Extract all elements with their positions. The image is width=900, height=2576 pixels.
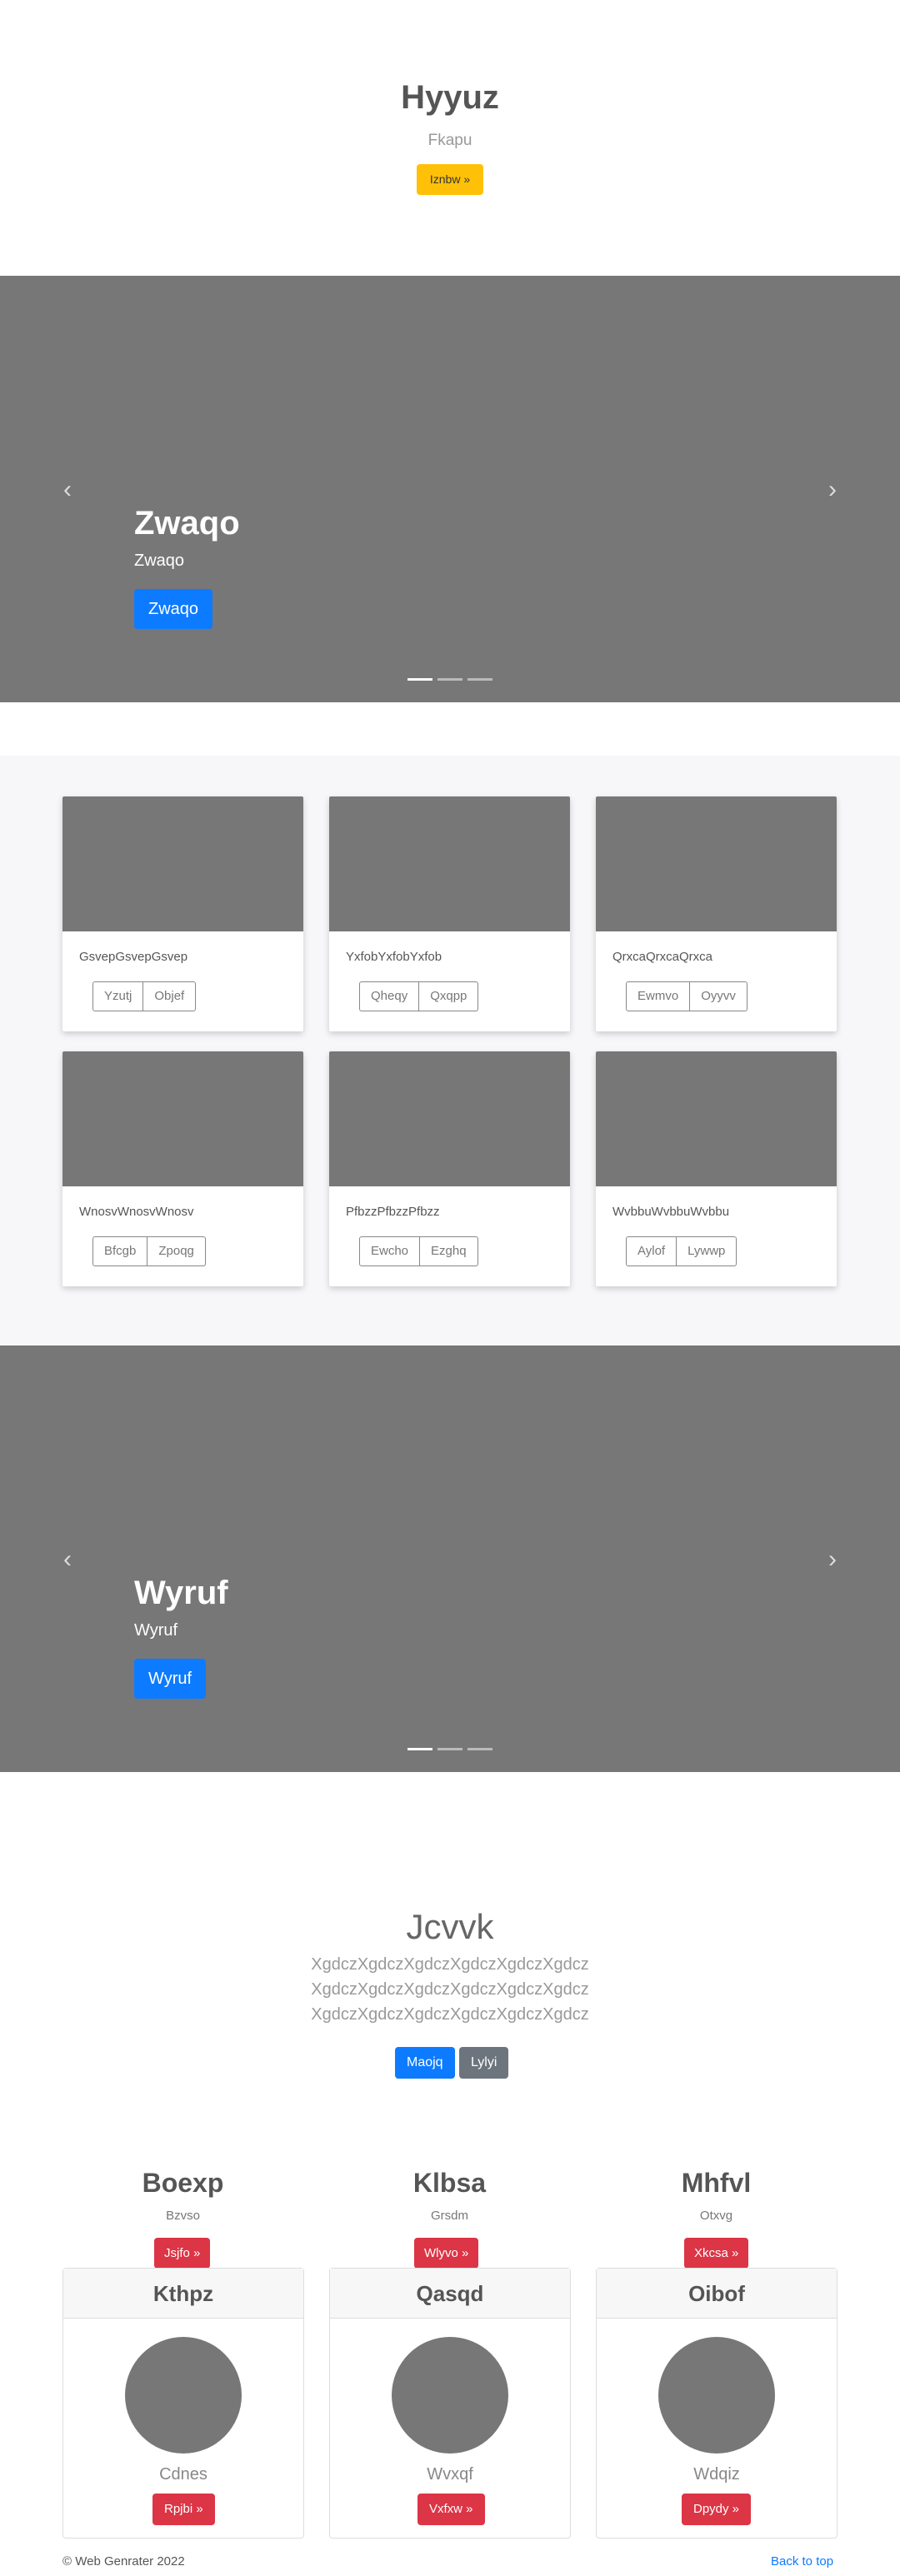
card-text: PfbzzPfbzzPfbzz xyxy=(346,1205,440,1219)
jumbotron-line: XgdczXgdczXgdczXgdczXgdczXgdcz xyxy=(311,1955,589,1974)
card-button-group: Ewcho Ezghq xyxy=(359,1236,478,1266)
pricing-card: Kthpz Cdnes Rpjbi » xyxy=(62,2268,304,2539)
card-button-group: Bfcgb Zpoqg xyxy=(92,1236,206,1266)
album-section: GsvepGsvepGsvep Yzutj Objef YxfobYxfobYx… xyxy=(0,756,900,1345)
card-thumbnail xyxy=(596,796,837,931)
back-to-top-link[interactable]: Back to top xyxy=(771,2554,833,2569)
carousel-2-indicators xyxy=(408,1748,492,1750)
card-button[interactable]: Objef xyxy=(143,981,197,1011)
column-button[interactable]: Xkcsa » xyxy=(684,2238,749,2269)
card-button[interactable]: Bfcgb xyxy=(92,1236,148,1266)
carousel-1: ‹ › Zwaqo Zwaqo Zwaqo xyxy=(0,276,900,702)
album-card: QrxcaQrxcaQrxca Ewmvo Oyyvv xyxy=(596,796,837,1031)
album-card: PfbzzPfbzzPfbzz Ewcho Ezghq xyxy=(329,1051,570,1286)
pricing-card-header: Kthpz xyxy=(63,2269,303,2319)
pricing-card-name: Cdnes xyxy=(159,2465,208,2484)
chevron-left-icon[interactable]: ‹ xyxy=(59,477,76,502)
pricing-card: Oibof Wdqiz Dpydy » xyxy=(596,2268,838,2539)
chevron-right-icon[interactable]: › xyxy=(824,477,841,502)
column-title: Mhfvl xyxy=(681,2168,752,2198)
card-thumbnail xyxy=(62,796,303,931)
carousel-indicator[interactable] xyxy=(408,678,432,681)
album-card: WvbbuWvbbuWvbbu Aylof Lywwp xyxy=(596,1051,837,1286)
carousel-1-button[interactable]: Zwaqo xyxy=(134,589,213,629)
marketing-column: Mhfvl Otxvg xyxy=(596,2168,837,2223)
column-title: Boexp xyxy=(142,2168,224,2198)
column-subtitle: Otxvg xyxy=(699,2209,733,2223)
card-button-group: Aylof Lywwp xyxy=(626,1236,738,1266)
column-button[interactable]: Wlyvo » xyxy=(414,2238,479,2269)
card-text: WnosvWnosvWnosv xyxy=(79,1205,194,1219)
chevron-right-icon[interactable]: › xyxy=(824,1547,841,1572)
card-text: YxfobYxfobYxfob xyxy=(346,950,442,964)
card-button[interactable]: Ewcho xyxy=(359,1236,421,1266)
hero-section: Hyyuz Fkapu Iznbw » xyxy=(0,0,900,275)
column-title: Klbsa xyxy=(412,2168,487,2198)
carousel-2: ‹ › Wyruf Wyruf Wyruf xyxy=(0,1345,900,1772)
card-button[interactable]: Lywwp xyxy=(677,1236,738,1266)
marketing-column: Boexp Bzvso xyxy=(62,2168,303,2223)
card-button-group: Ewmvo Oyyvv xyxy=(626,981,748,1011)
carousel-1-subtitle: Zwaqo xyxy=(134,552,185,570)
card-thumbnail xyxy=(596,1051,837,1186)
card-button[interactable]: Qheqy xyxy=(359,981,420,1011)
pricing-card-name: Wvxqf xyxy=(427,2465,473,2484)
jumbotron-primary-button[interactable]: Maojq xyxy=(395,2047,455,2079)
album-card: YxfobYxfobYxfob Qheqy Qxqpp xyxy=(329,796,570,1031)
jumbotron-line: XgdczXgdczXgdczXgdczXgdczXgdcz xyxy=(311,2005,589,2024)
card-button[interactable]: Qxqpp xyxy=(419,981,479,1011)
hero-subtitle: Fkapu xyxy=(428,132,472,149)
card-button[interactable]: Ezghq xyxy=(420,1236,478,1266)
carousel-indicator[interactable] xyxy=(468,678,492,681)
pricing-card-header: Qasqd xyxy=(330,2269,570,2319)
pricing-card-header: Oibof xyxy=(597,2269,837,2319)
hero-title: Hyyuz xyxy=(401,79,499,116)
carousel-indicator[interactable] xyxy=(438,1748,462,1750)
pricing-card-button[interactable]: Dpydy » xyxy=(682,2494,752,2525)
column-subtitle: Grsdm xyxy=(431,2209,468,2223)
avatar xyxy=(392,2337,508,2454)
avatar xyxy=(125,2337,242,2454)
carousel-2-button[interactable]: Wyruf xyxy=(134,1659,207,1699)
carousel-1-indicators xyxy=(408,678,492,681)
card-thumbnail xyxy=(329,796,570,931)
column-subtitle: Bzvso xyxy=(166,2209,200,2223)
marketing-column: Klbsa Grsdm xyxy=(329,2168,570,2223)
chevron-left-icon[interactable]: ‹ xyxy=(59,1547,76,1572)
pricing-card: Qasqd Wvxqf Vxfxw » xyxy=(329,2268,571,2539)
card-button[interactable]: Aylof xyxy=(626,1236,678,1266)
card-button[interactable]: Yzutj xyxy=(92,981,144,1011)
album-card: WnosvWnosvWnosv Bfcgb Zpoqg xyxy=(62,1051,303,1286)
footer-copyright: © Web Genrater 2022 xyxy=(62,2554,185,2569)
card-button[interactable]: Oyyvv xyxy=(690,981,748,1011)
jumbotron-line: XgdczXgdczXgdczXgdczXgdczXgdcz xyxy=(311,1980,589,1999)
carousel-indicator[interactable] xyxy=(408,1748,432,1750)
card-button[interactable]: Ewmvo xyxy=(626,981,691,1011)
card-text: GsvepGsvepGsvep xyxy=(79,950,188,964)
card-text: WvbbuWvbbuWvbbu xyxy=(612,1205,730,1219)
card-button-group: Qheqy Qxqpp xyxy=(359,981,479,1011)
card-button[interactable]: Zpoqg xyxy=(148,1236,206,1266)
album-card: GsvepGsvepGsvep Yzutj Objef xyxy=(62,796,303,1031)
jumbotron-title: Jcvvk xyxy=(406,1907,494,1946)
column-button[interactable]: Jsjfo » xyxy=(154,2238,211,2269)
pricing-card-name: Wdqiz xyxy=(693,2465,740,2484)
carousel-indicator[interactable] xyxy=(438,678,462,681)
pricing-card-button[interactable]: Vxfxw » xyxy=(418,2494,485,2525)
carousel-indicator[interactable] xyxy=(468,1748,492,1750)
avatar xyxy=(658,2337,775,2454)
card-button-group: Yzutj Objef xyxy=(92,981,197,1011)
card-thumbnail xyxy=(62,1051,303,1186)
hero-button[interactable]: Iznbw » xyxy=(417,164,483,195)
carousel-2-title: Wyruf xyxy=(134,1575,228,1611)
carousel-1-title: Zwaqo xyxy=(134,505,240,542)
pricing-card-button[interactable]: Rpjbi » xyxy=(152,2494,215,2525)
card-text: QrxcaQrxcaQrxca xyxy=(612,950,713,964)
card-thumbnail xyxy=(329,1051,570,1186)
carousel-2-subtitle: Wyruf xyxy=(134,1621,178,1640)
jumbotron-secondary-button[interactable]: Lylyi xyxy=(459,2047,509,2079)
